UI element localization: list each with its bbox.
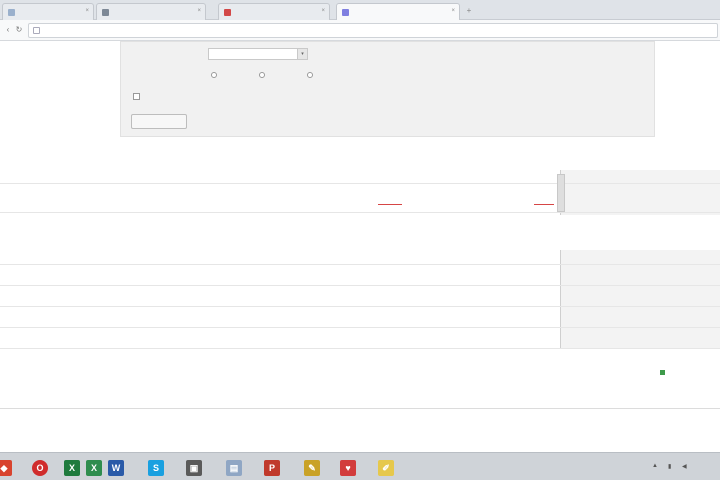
summary-shaded-columns [560, 170, 720, 215]
windows-icon[interactable]: ◆ [0, 460, 12, 476]
detail-header-line [0, 264, 720, 265]
browser-toolbar: ‹ ↻ [0, 20, 720, 41]
notes-icon[interactable]: ✐ [378, 460, 394, 476]
chevron-down-icon: ▾ [297, 49, 307, 59]
close-icon[interactable]: × [197, 8, 201, 14]
browser-tab-3[interactable]: × [218, 3, 330, 20]
page-info-icon [33, 27, 40, 34]
excel-icon [660, 370, 665, 375]
close-icon[interactable]: × [85, 8, 89, 14]
new-tab-button[interactable]: + [462, 6, 476, 16]
summary-bottom-line [0, 212, 720, 213]
tab-favicon-icon [102, 9, 109, 16]
detail-row-line [0, 327, 720, 328]
tray-arrow-icon[interactable]: ▲ [652, 463, 658, 469]
browser-tab-strip: × × × × + [0, 0, 720, 20]
back-icon[interactable]: ‹ [3, 25, 13, 35]
gift-icon[interactable]: ♥ [340, 460, 356, 476]
detail-row-line [0, 285, 720, 286]
tab-favicon-icon [8, 9, 15, 16]
app-icon[interactable]: ▣ [186, 460, 202, 476]
close-icon[interactable]: × [321, 8, 325, 14]
tab-favicon-icon [342, 9, 349, 16]
skype-icon[interactable]: S [148, 460, 164, 476]
radio-option-2[interactable] [259, 72, 265, 78]
radio-option-1[interactable] [211, 72, 217, 78]
include-checkbox[interactable] [133, 93, 140, 100]
paint-icon[interactable]: ✎ [304, 460, 320, 476]
pdf-icon[interactable]: P [264, 460, 280, 476]
filter-panel: ▾ [120, 41, 655, 137]
radio-option-3[interactable] [307, 72, 313, 78]
tab-favicon-icon [224, 9, 231, 16]
export-link[interactable] [660, 370, 718, 377]
detail-row-line [0, 348, 720, 349]
volume-icon[interactable]: ◀ [682, 463, 687, 470]
word-icon[interactable]: W [108, 460, 124, 476]
red-underline-mark [378, 204, 402, 205]
summary-header-line [0, 183, 720, 184]
opera-icon[interactable]: O [32, 460, 48, 476]
footer-divider [0, 408, 720, 409]
network-icon[interactable]: ▮ [668, 463, 671, 470]
file-icon[interactable]: ▤ [226, 460, 242, 476]
close-icon[interactable]: × [451, 8, 455, 14]
reload-icon[interactable]: ↻ [14, 25, 24, 35]
taskbar: ◆ O X X W S ▣ ▤ P ✎ ♥ ✐ ▲ ▮ ◀ [0, 452, 720, 480]
excel-icon-2[interactable]: X [86, 460, 102, 476]
browser-tab-2[interactable]: × [96, 3, 206, 20]
show-button[interactable] [131, 114, 187, 129]
red-underline-mark [534, 204, 554, 205]
browser-tab-1[interactable]: × [2, 3, 94, 20]
column-resize-handle[interactable] [557, 174, 565, 212]
excel-icon[interactable]: X [64, 460, 80, 476]
detail-row-line [0, 306, 720, 307]
address-bar[interactable] [28, 23, 718, 38]
browser-tab-4-active[interactable]: × [336, 3, 460, 20]
period-select[interactable]: ▾ [208, 48, 308, 60]
